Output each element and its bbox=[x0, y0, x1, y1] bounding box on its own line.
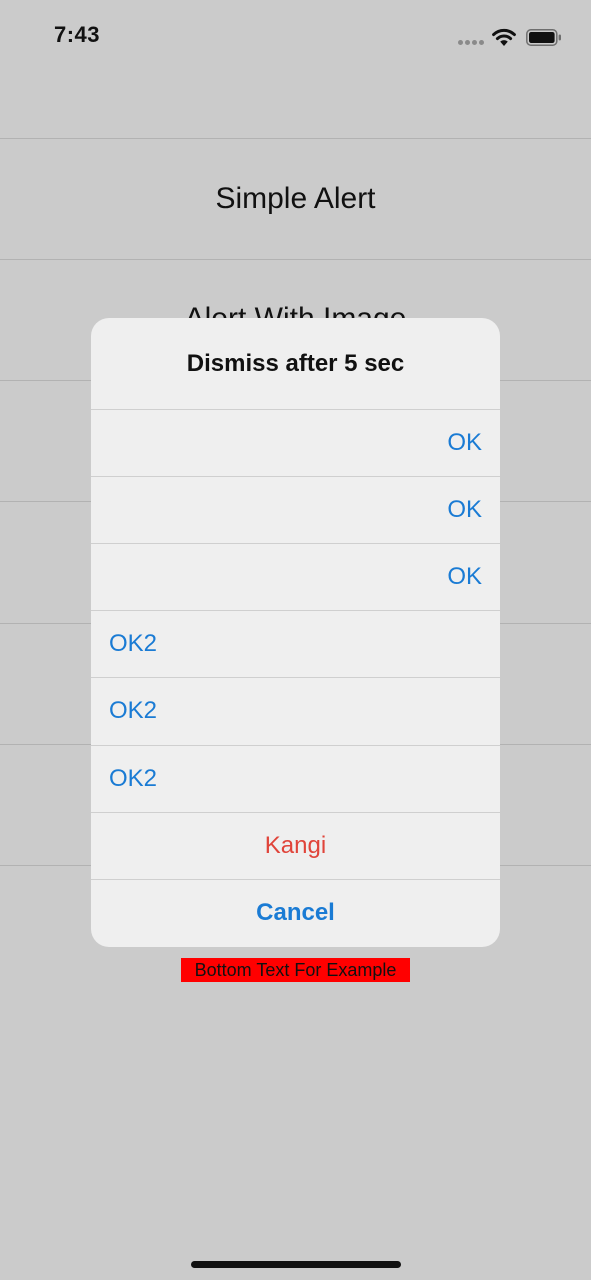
ok2-button-label: OK2 bbox=[109, 630, 158, 657]
status-time: 7:43 bbox=[54, 22, 101, 47]
ok-button[interactable]: OK bbox=[91, 476, 500, 543]
ok2-button[interactable]: OK2 bbox=[91, 610, 500, 677]
alert-dialog: Dismiss after 5 sec OK OK OK OK2 OK2 OK2… bbox=[91, 318, 500, 947]
ok2-button-label: OK2 bbox=[109, 697, 158, 724]
kangi-button-label: Kangi bbox=[264, 832, 327, 859]
cancel-button-label: Cancel bbox=[256, 899, 335, 926]
bottom-text-label: Bottom Text For Example bbox=[181, 958, 410, 982]
ok-button[interactable]: OK bbox=[91, 543, 500, 610]
ok-button-label: OK bbox=[447, 496, 482, 523]
cancel-button[interactable]: Cancel bbox=[91, 879, 500, 946]
ok2-button-label: OK2 bbox=[109, 765, 158, 792]
row-divider bbox=[0, 138, 591, 139]
cellular-signal-icon bbox=[458, 40, 486, 46]
ok-button-label: OK bbox=[447, 429, 482, 456]
ok-button[interactable]: OK bbox=[91, 409, 500, 476]
simple-alert-row[interactable]: Simple Alert bbox=[0, 182, 591, 216]
kangi-button[interactable]: Kangi bbox=[91, 812, 500, 879]
row-divider bbox=[0, 259, 591, 260]
alert-title: Dismiss after 5 sec bbox=[186, 349, 405, 377]
battery-icon bbox=[526, 29, 561, 46]
home-indicator[interactable] bbox=[191, 1261, 401, 1268]
ok2-button[interactable]: OK2 bbox=[91, 677, 500, 744]
ok-button-label: OK bbox=[447, 563, 482, 590]
status-bar: 7:43 bbox=[0, 0, 591, 80]
wifi-icon bbox=[492, 28, 516, 46]
ok2-button[interactable]: OK2 bbox=[91, 745, 500, 812]
